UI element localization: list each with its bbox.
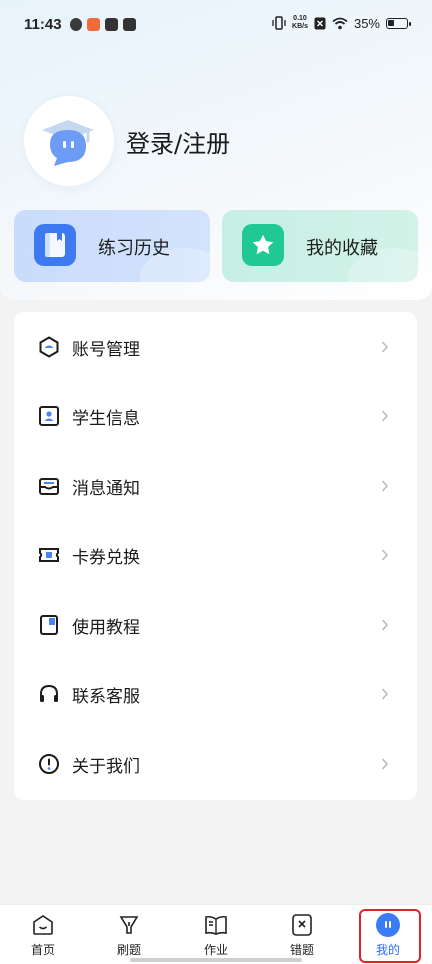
- menu-label: 使用教程: [72, 617, 140, 638]
- network-speed: 0.10 KB/s: [292, 15, 308, 31]
- menu-item-account[interactable]: 账号管理: [14, 314, 417, 380]
- practice-icon: [119, 916, 139, 934]
- star-icon: [242, 224, 284, 266]
- homework-book-icon: [205, 915, 227, 935]
- home-icon: [33, 915, 53, 935]
- nav-label: 错题: [289, 943, 314, 957]
- menu-label: 账号管理: [72, 339, 140, 360]
- nav-tab-practice[interactable]: 刷题: [99, 913, 159, 963]
- network-speed-unit: KB/s: [292, 23, 308, 30]
- menu-item-tutorial[interactable]: 使用教程: [14, 592, 417, 658]
- chevron-right-icon: [381, 619, 389, 631]
- battery-percent: 35%: [353, 15, 380, 31]
- coupon-ticket-icon: [39, 548, 59, 562]
- wifi-icon: [332, 17, 348, 29]
- nav-tab-homework[interactable]: 作业: [186, 913, 246, 963]
- account-hexagon-icon: [39, 336, 59, 358]
- highlight-box: [359, 909, 421, 963]
- network-speed-value: 0.10: [293, 15, 307, 22]
- message-tray-icon: [39, 478, 59, 495]
- my-favorites-card[interactable]: 我的收藏: [222, 210, 418, 282]
- wrong-answer-icon: [292, 914, 312, 936]
- book-icon: [34, 224, 76, 266]
- chevron-right-icon: [381, 480, 389, 492]
- settings-menu: 账号管理 学生信息 消息通知 卡券兑换 使用教程 联系客服 关于我们: [14, 312, 417, 800]
- chevron-right-icon: [381, 758, 389, 770]
- status-time: 11:43: [24, 16, 62, 33]
- nav-label: 刷题: [116, 943, 141, 957]
- chevron-right-icon: [381, 688, 389, 700]
- nav-label: 首页: [30, 943, 55, 957]
- app-notification-icon: [123, 18, 136, 31]
- app-notification-icon: [87, 18, 100, 31]
- student-card-icon: [39, 406, 59, 426]
- status-bar: 11:43 0.10 KB/s 35%: [0, 0, 432, 50]
- menu-item-notifications[interactable]: 消息通知: [14, 453, 417, 519]
- practice-history-label: 练习历史: [98, 238, 170, 259]
- menu-label: 卡券兑换: [72, 547, 140, 568]
- notification-icons: [70, 18, 136, 31]
- login-register-link[interactable]: 登录/注册: [126, 124, 230, 159]
- nav-label: 作业: [203, 943, 228, 957]
- tutorial-book-icon: [40, 615, 58, 635]
- status-indicators: 0.10 KB/s 35%: [272, 15, 411, 31]
- home-indicator[interactable]: [130, 958, 302, 962]
- menu-label: 学生信息: [72, 408, 140, 429]
- headset-icon: [40, 684, 58, 702]
- menu-item-coupons[interactable]: 卡券兑换: [14, 522, 417, 588]
- nav-tab-home[interactable]: 首页: [13, 913, 73, 963]
- menu-item-student-info[interactable]: 学生信息: [14, 383, 417, 449]
- menu-label: 关于我们: [72, 756, 140, 777]
- avatar[interactable]: [24, 96, 114, 186]
- battery-icon: [386, 17, 411, 29]
- app-notification-icon: [70, 18, 82, 31]
- menu-item-about-us[interactable]: 关于我们: [14, 731, 417, 797]
- menu-item-customer-service[interactable]: 联系客服: [14, 661, 417, 727]
- chevron-right-icon: [381, 549, 389, 561]
- my-favorites-label: 我的收藏: [306, 238, 378, 259]
- sim-off-icon: [314, 17, 326, 29]
- app-notification-icon: [105, 18, 118, 31]
- vibrate-icon: [272, 16, 286, 30]
- menu-label: 联系客服: [72, 686, 140, 707]
- graduate-avatar-icon: [42, 120, 94, 166]
- practice-history-card[interactable]: 练习历史: [14, 210, 210, 282]
- chevron-right-icon: [381, 341, 389, 353]
- chevron-right-icon: [381, 410, 389, 422]
- menu-label: 消息通知: [72, 478, 140, 499]
- info-exclamation-icon: [39, 754, 59, 774]
- nav-tab-wrong-questions[interactable]: 错题: [272, 913, 332, 963]
